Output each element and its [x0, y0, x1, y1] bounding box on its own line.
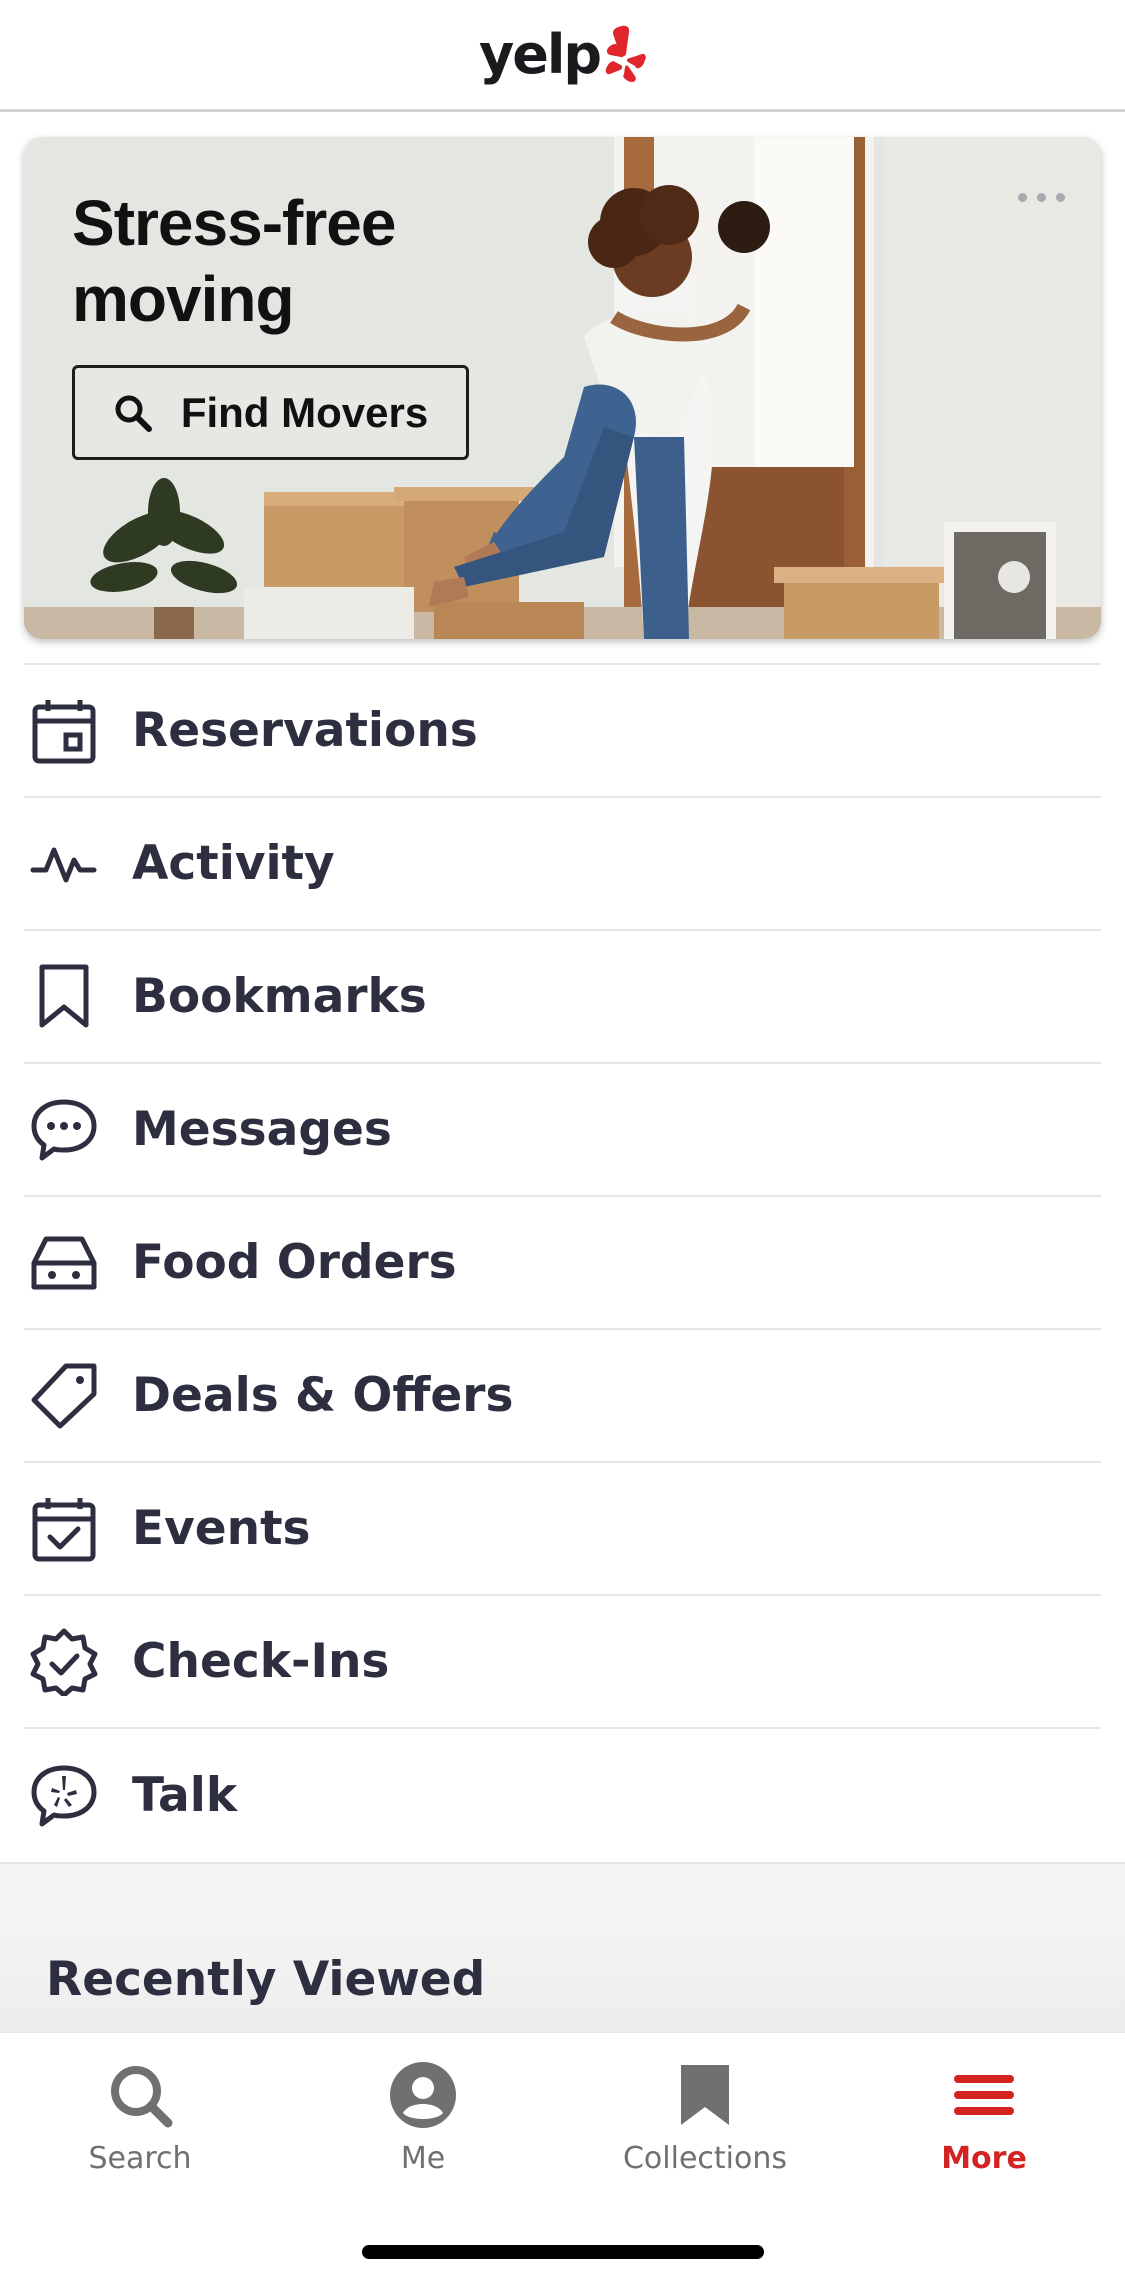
event-check-icon — [32, 1497, 96, 1561]
menu-item-food-orders[interactable]: Food Orders — [24, 1197, 1101, 1330]
tab-me[interactable]: Me — [323, 2061, 523, 2176]
yelp-logo: yelp — [479, 24, 646, 86]
menu-label: Deals & Offers — [132, 1368, 514, 1423]
menu-label: Reservations — [132, 703, 478, 758]
bookmark-icon — [39, 964, 89, 1027]
menu-item-activity[interactable]: Activity — [24, 798, 1101, 931]
tab-search[interactable]: Search — [40, 2061, 240, 2176]
promo-banner[interactable]: Stress-free moving Find Movers — [24, 137, 1101, 639]
tab-label: Search — [88, 2141, 192, 2176]
menu-label: Messages — [132, 1102, 392, 1157]
promo-title: Stress-free moving — [72, 187, 396, 335]
calendar-icon — [32, 699, 96, 763]
tab-label: More — [941, 2141, 1027, 2176]
yelp-burst-icon — [605, 25, 646, 82]
search-icon — [115, 395, 152, 432]
tab-label: Me — [400, 2141, 446, 2176]
talk-icon — [31, 1765, 97, 1826]
more-dots-icon[interactable] — [1018, 193, 1065, 202]
menu-label: Bookmarks — [132, 969, 427, 1024]
search-icon — [111, 2066, 173, 2128]
menu-item-events[interactable]: Events — [24, 1463, 1101, 1596]
app-screen: yelp Stress-free moving Find Movers Rese… — [0, 0, 1125, 2284]
activity-icon — [30, 847, 97, 882]
user-icon — [390, 2062, 456, 2128]
recently-viewed-section: Recently Viewed — [0, 1862, 1125, 2032]
food-orders-icon — [31, 1236, 97, 1289]
menu-item-deals-offers[interactable]: Deals & Offers — [24, 1330, 1101, 1463]
menu-item-reservations[interactable]: Reservations — [24, 665, 1101, 798]
tab-collections[interactable]: Collections — [605, 2061, 805, 2176]
menu-label: Check-Ins — [132, 1634, 390, 1689]
tag-icon — [31, 1363, 97, 1428]
menu-label: Events — [132, 1501, 311, 1556]
menu-item-messages[interactable]: Messages — [24, 1064, 1101, 1197]
find-movers-label: Find Movers — [180, 388, 429, 436]
check-badge-icon — [30, 1628, 98, 1696]
message-icon — [31, 1099, 97, 1160]
menu-label: Activity — [132, 836, 335, 891]
tab-label: Collections — [622, 2141, 788, 2176]
logo-text: yelp — [479, 22, 602, 86]
home-indicator[interactable] — [362, 2245, 764, 2259]
bookmark-icon — [681, 2065, 729, 2125]
menu-label: Talk — [132, 1768, 238, 1823]
tab-more[interactable]: More — [884, 2061, 1084, 2176]
find-movers-button[interactable]: Find Movers — [72, 365, 469, 460]
top-header: yelp — [0, 0, 1125, 112]
menu-item-bookmarks[interactable]: Bookmarks — [24, 931, 1101, 1064]
section-title: Recently Viewed — [46, 1952, 486, 2007]
menu-item-talk[interactable]: Talk — [24, 1729, 1101, 1862]
menu-label: Food Orders — [132, 1235, 457, 1290]
menu-item-check-ins[interactable]: Check-Ins — [24, 1596, 1101, 1729]
menu-icon — [954, 2075, 1014, 2115]
more-menu-list: Reservations Activity Bookmarks Messages… — [24, 663, 1101, 1862]
